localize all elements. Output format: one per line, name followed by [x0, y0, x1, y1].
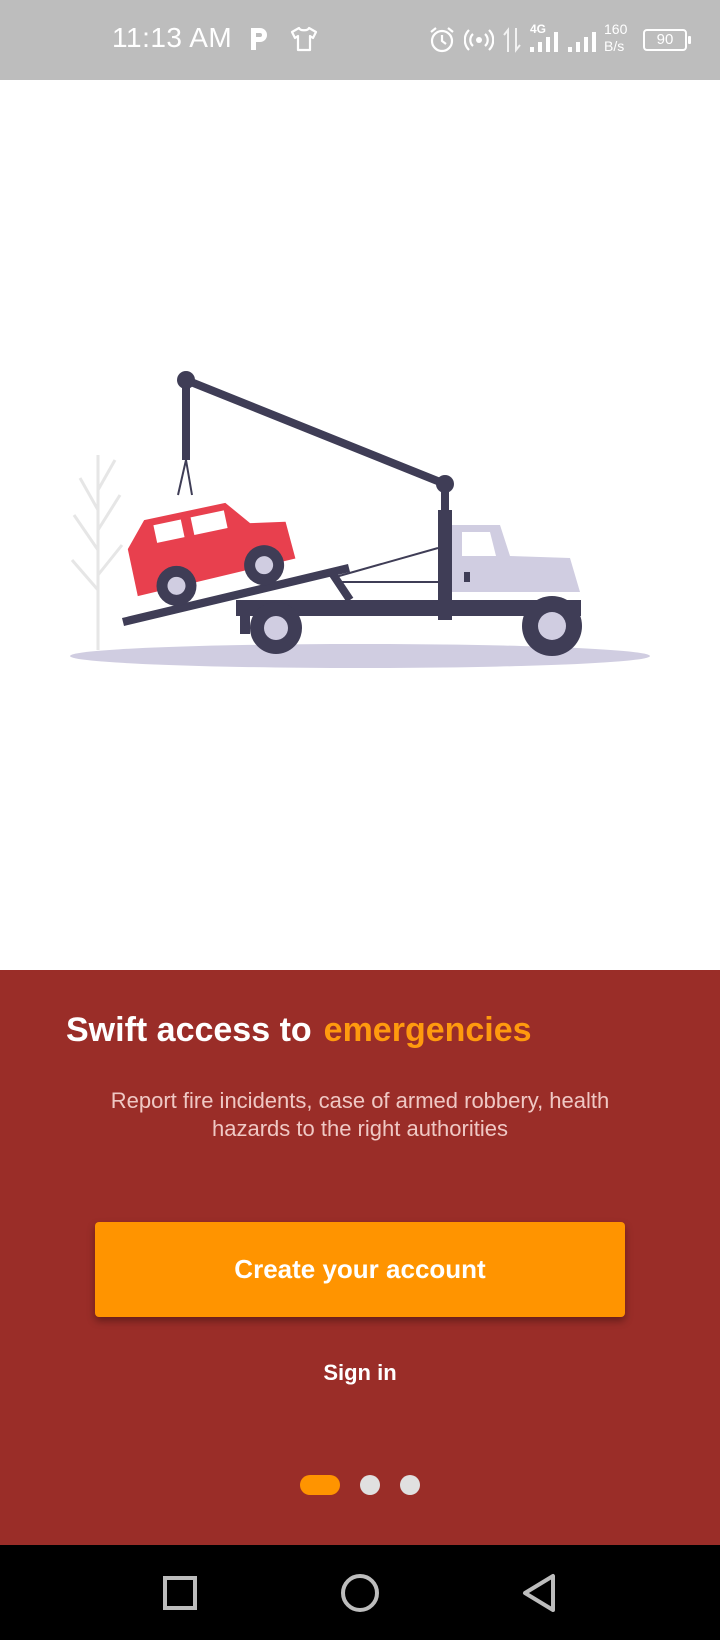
- crane-arm: [182, 376, 449, 488]
- triangle-back-icon: [523, 1574, 555, 1612]
- truck-handle: [464, 572, 470, 582]
- lifted-car: [127, 502, 296, 606]
- page-indicator: [300, 1475, 430, 1495]
- circle-icon: [341, 1574, 379, 1612]
- onboarding-subtitle: Report fire incidents, case of armed rob…: [110, 1088, 610, 1141]
- shirt-icon: [290, 26, 318, 57]
- battery-level: 90: [656, 31, 674, 48]
- home-button[interactable]: [337, 1570, 383, 1616]
- p-app-icon: [248, 26, 270, 57]
- signal-icon: [530, 32, 562, 57]
- speed-unit: B/s: [604, 38, 625, 54]
- speed-value: 160: [604, 21, 628, 37]
- back-button[interactable]: [517, 1570, 563, 1616]
- page-dot-active[interactable]: [300, 1475, 340, 1495]
- signal-icon: [568, 32, 600, 57]
- navigation-bar: [0, 1545, 720, 1640]
- battery-icon: 90: [643, 29, 691, 51]
- headline-prefix: Swift access to: [66, 1011, 312, 1049]
- truck-hubcap: [264, 616, 288, 640]
- headline-accent: emergencies: [323, 1011, 532, 1049]
- recents-button[interactable]: [157, 1570, 203, 1616]
- square-icon: [163, 1576, 197, 1610]
- create-account-button[interactable]: Create your account: [95, 1222, 625, 1317]
- hook-cables: [177, 459, 193, 496]
- sign-in-button[interactable]: Sign in: [260, 1355, 460, 1391]
- page-dot[interactable]: [360, 1475, 380, 1495]
- tow-truck-illustration: [60, 360, 660, 680]
- status-bar: 11:13 AM 4G 160 B/s 90: [0, 0, 720, 80]
- crane-joint: [436, 475, 454, 493]
- hotspot-icon: [463, 28, 495, 57]
- truck-hubcap: [538, 612, 566, 640]
- network-speed: 160 B/s: [604, 21, 627, 55]
- bare-tree: [70, 455, 124, 650]
- truck-rear: [240, 614, 250, 634]
- truck-window: [462, 532, 496, 556]
- onboarding-headline: Swift access to emergencies: [66, 1011, 532, 1050]
- data-arrows-icon: [502, 26, 522, 59]
- illustration-graphic: [70, 371, 650, 668]
- crane-pulley: [177, 371, 195, 389]
- page-dot[interactable]: [400, 1475, 420, 1495]
- alarm-icon: [428, 26, 456, 59]
- status-time: 11:13 AM: [112, 22, 233, 53]
